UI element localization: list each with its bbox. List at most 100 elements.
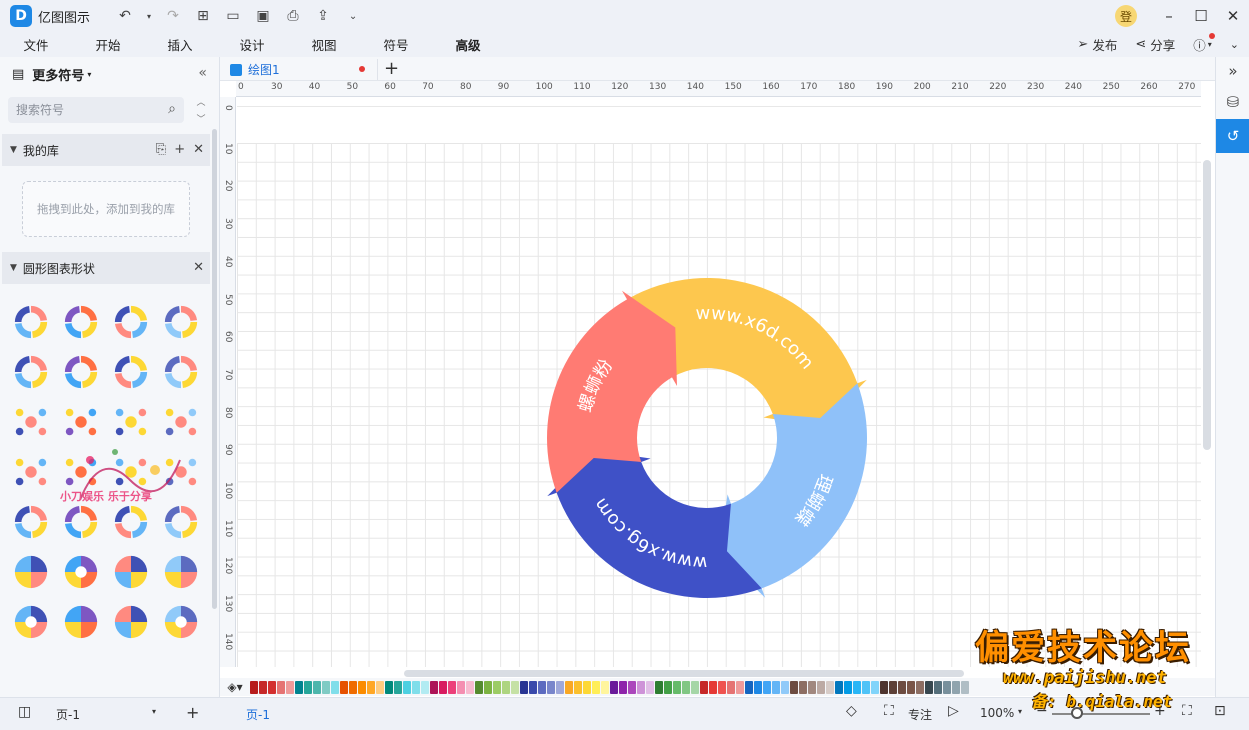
shape-thumbnail[interactable] <box>106 597 156 647</box>
color-swatch[interactable] <box>556 680 564 694</box>
shape-thumbnail[interactable] <box>6 497 56 547</box>
more-symbols-title[interactable]: 更多符号 <box>32 65 84 84</box>
fullscreen-icon[interactable]: ⊡ <box>1214 703 1226 719</box>
color-swatch[interactable] <box>259 680 267 694</box>
help-icon[interactable]: ⓘ ▾ <box>1193 33 1215 54</box>
color-swatch[interactable] <box>457 680 465 694</box>
expand-triangle-icon[interactable]: ▼ <box>10 263 17 273</box>
color-swatch[interactable] <box>322 680 330 694</box>
shape-thumbnail[interactable] <box>56 297 106 347</box>
document-tab[interactable]: 绘图1 <box>230 59 378 80</box>
vertical-scrollbar[interactable] <box>1203 160 1211 450</box>
color-swatch[interactable] <box>934 680 942 694</box>
fill-color-icon[interactable]: ◈▾ <box>220 680 250 694</box>
library-drop-zone[interactable]: 拖拽到此处，添加到我的库 <box>22 181 190 237</box>
shape-thumbnail[interactable] <box>56 497 106 547</box>
color-swatch[interactable] <box>511 680 519 694</box>
color-swatch[interactable] <box>439 680 447 694</box>
my-library-header[interactable]: ▼ 我的库 ⎘ + ✕ <box>2 134 210 166</box>
zoom-in-icon[interactable]: + <box>1154 703 1166 719</box>
dropdown-arrow-icon[interactable]: ▾ <box>87 70 91 79</box>
color-swatch[interactable] <box>880 680 888 694</box>
shape-thumbnail[interactable] <box>106 347 156 397</box>
color-swatch[interactable] <box>367 680 375 694</box>
color-swatch[interactable] <box>682 680 690 694</box>
color-swatch[interactable] <box>574 680 582 694</box>
scroll-down-icon[interactable]: ﹀ <box>196 112 205 125</box>
color-swatch[interactable] <box>628 680 636 694</box>
color-swatch[interactable] <box>916 680 924 694</box>
color-swatch[interactable] <box>907 680 915 694</box>
shape-thumbnail[interactable] <box>156 597 206 647</box>
shape-thumbnail[interactable] <box>56 397 106 447</box>
color-swatch[interactable] <box>484 680 492 694</box>
color-swatch[interactable] <box>538 680 546 694</box>
color-swatch[interactable] <box>277 680 285 694</box>
color-swatch[interactable] <box>745 680 753 694</box>
undo-icon[interactable]: ↶ <box>114 5 136 27</box>
menu-design[interactable]: 设计 <box>216 35 288 54</box>
color-swatch[interactable] <box>268 680 276 694</box>
page-dropdown-icon[interactable]: ▾ <box>152 707 156 716</box>
color-swatch[interactable] <box>772 680 780 694</box>
color-swatch[interactable] <box>385 680 393 694</box>
color-swatch[interactable] <box>817 680 825 694</box>
shape-thumbnail[interactable] <box>6 547 56 597</box>
add-page-icon[interactable]: + <box>186 703 199 722</box>
shape-thumbnail[interactable] <box>156 347 206 397</box>
color-swatch[interactable] <box>583 680 591 694</box>
menu-file[interactable]: 文件 <box>0 35 72 54</box>
zoom-dropdown-icon[interactable]: ▾ <box>1018 707 1022 716</box>
open-folder-icon[interactable]: ▭ <box>222 5 244 27</box>
menu-advanced[interactable]: 高级 <box>432 35 504 54</box>
page-tab[interactable]: 页-1 <box>246 706 270 723</box>
collapse-panel-icon[interactable]: « <box>198 65 207 81</box>
color-swatch[interactable] <box>313 680 321 694</box>
color-swatch[interactable] <box>412 680 420 694</box>
share-button[interactable]: ⋖ 分享 <box>1135 35 1175 54</box>
save-icon[interactable]: ▣ <box>252 5 274 27</box>
color-swatch[interactable] <box>529 680 537 694</box>
color-swatch[interactable] <box>601 680 609 694</box>
focus-icon[interactable]: ⛶ <box>884 703 894 719</box>
fill-bucket-icon[interactable]: ⛁ <box>1216 85 1249 119</box>
shape-thumbnail[interactable] <box>156 497 206 547</box>
shape-thumbnail[interactable] <box>156 447 206 497</box>
color-swatch[interactable] <box>736 680 744 694</box>
shape-thumbnail[interactable] <box>106 497 156 547</box>
color-swatch[interactable] <box>430 680 438 694</box>
color-swatch[interactable] <box>691 680 699 694</box>
color-swatch[interactable] <box>781 680 789 694</box>
shape-thumbnail[interactable] <box>156 297 206 347</box>
expand-triangle-icon[interactable]: ▼ <box>10 145 17 155</box>
color-swatch[interactable] <box>475 680 483 694</box>
menu-insert[interactable]: 插入 <box>144 35 216 54</box>
shape-thumbnail[interactable] <box>6 597 56 647</box>
more-icon[interactable]: ⌄ <box>342 5 364 27</box>
maximize-icon[interactable]: ☐ <box>1185 0 1217 32</box>
color-swatch[interactable] <box>925 680 933 694</box>
color-swatch[interactable] <box>790 680 798 694</box>
shape-thumbnail[interactable] <box>156 397 206 447</box>
color-swatch[interactable] <box>871 680 879 694</box>
search-icon[interactable]: ⌕ <box>168 101 176 117</box>
color-swatch[interactable] <box>349 680 357 694</box>
color-swatch[interactable] <box>331 680 339 694</box>
color-swatch[interactable] <box>961 680 969 694</box>
color-swatch[interactable] <box>520 680 528 694</box>
symbol-search-input[interactable] <box>16 103 156 117</box>
redo-icon[interactable]: ↷ <box>162 5 184 27</box>
history-icon[interactable]: ↺ <box>1216 119 1249 153</box>
shape-thumbnail[interactable] <box>6 447 56 497</box>
shape-thumbnail[interactable] <box>6 347 56 397</box>
zoom-slider-track[interactable] <box>1052 713 1150 715</box>
zoom-level[interactable]: 100% <box>980 706 1014 720</box>
focus-mode-label[interactable]: 专注 <box>908 706 932 723</box>
publish-button[interactable]: ➢ 发布 <box>1077 35 1117 54</box>
shape-thumbnail[interactable] <box>56 347 106 397</box>
color-swatch[interactable] <box>709 680 717 694</box>
color-swatch[interactable] <box>655 680 663 694</box>
shape-thumbnail[interactable] <box>6 397 56 447</box>
circle-chart-shapes-header[interactable]: ▼ 圆形图表形状 ✕ <box>2 252 210 284</box>
color-swatch[interactable] <box>763 680 771 694</box>
